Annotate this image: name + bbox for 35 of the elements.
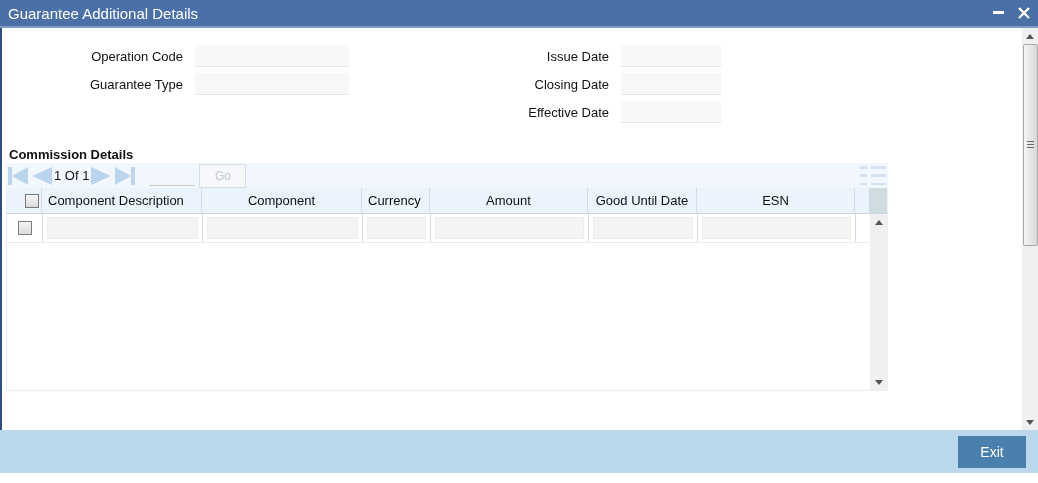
- row-checkbox[interactable]: [17, 221, 32, 235]
- scroll-up-icon: [1026, 33, 1034, 39]
- grip-icon: [1026, 141, 1034, 149]
- date-field[interactable]: [621, 45, 721, 67]
- next-page-icon[interactable]: [91, 166, 112, 185]
- date-field[interactable]: [621, 101, 721, 123]
- minimize-button[interactable]: [993, 11, 1004, 15]
- text-field[interactable]: [195, 45, 349, 67]
- close-button[interactable]: [1018, 7, 1030, 19]
- scroll-down-icon: [1026, 419, 1034, 425]
- column-header: Component Description: [42, 188, 202, 213]
- column-header: Amount: [430, 188, 588, 213]
- select-all-checkbox[interactable]: [25, 193, 39, 208]
- window-title: Guarantee Additional Details: [8, 4, 200, 22]
- field-label: Effective Date: [527, 104, 609, 120]
- previous-page-icon[interactable]: [32, 166, 52, 185]
- field-label: Guarantee Type: [89, 76, 183, 92]
- first-page-icon[interactable]: [8, 166, 28, 185]
- column-header: Good Until Date: [588, 188, 697, 213]
- scroll-down-icon: [874, 379, 883, 385]
- vertical-scrollbar[interactable]: [1022, 28, 1038, 430]
- exit-button[interactable]: Exit: [958, 435, 1026, 468]
- column-header: Component: [202, 188, 362, 213]
- page-indicator: 1 Of 1: [54, 168, 90, 183]
- last-page-icon[interactable]: [115, 166, 136, 185]
- field-label: Issue Date: [545, 48, 609, 64]
- section-heading: Commission Details: [9, 147, 135, 163]
- date-field[interactable]: [621, 73, 721, 95]
- field-label: Closing Date: [533, 76, 609, 92]
- list-view-icon[interactable]: [860, 165, 886, 186]
- scroll-up-icon: [874, 219, 883, 225]
- column-header: Currency: [362, 188, 430, 213]
- field-label: Operation Code: [90, 48, 183, 64]
- text-field[interactable]: [195, 73, 349, 95]
- column-header: ESN: [697, 188, 855, 213]
